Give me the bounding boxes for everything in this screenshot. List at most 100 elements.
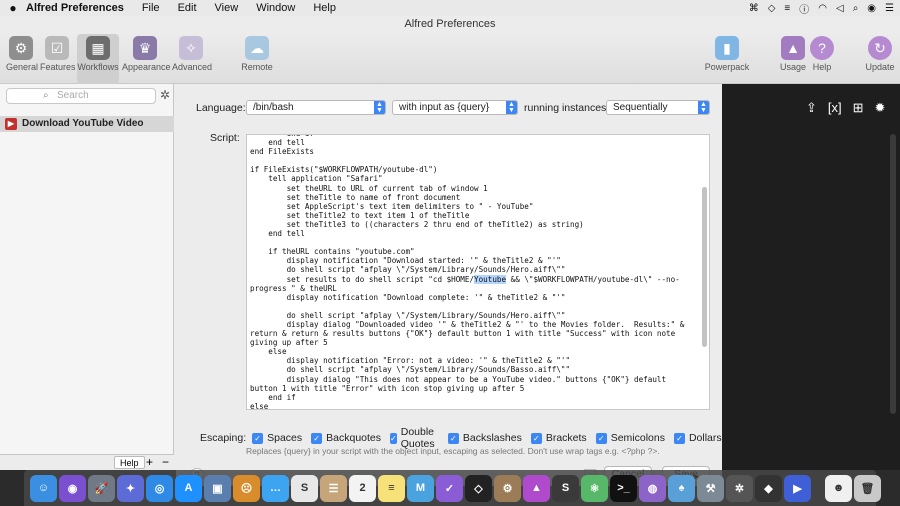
menu-view[interactable]: View — [215, 2, 239, 14]
toolbar-label: General — [6, 62, 39, 72]
hat-icon[interactable]: ◆ — [755, 474, 782, 502]
volume-icon[interactable]: ◁ — [836, 3, 844, 14]
markdown-icon[interactable]: M — [407, 474, 434, 502]
toolbar-label: Features — [40, 62, 76, 72]
menu-file[interactable]: File — [142, 2, 160, 14]
tor-icon[interactable]: ◍ — [639, 474, 666, 502]
escape-semicolons-checkbox[interactable]: ✓ Semicolons — [595, 432, 665, 444]
check-icon: ✓ — [390, 432, 397, 444]
toolbar-advanced[interactable]: ✧ Advanced — [172, 34, 212, 84]
toolbar-label: Usage — [779, 62, 806, 72]
workflow-canvas[interactable]: ⇪ [x] ⊞ ✹ — [722, 84, 900, 470]
escape-spaces-checkbox[interactable]: ✓ Spaces — [252, 432, 302, 444]
wheel-icon[interactable]: ✲ — [726, 474, 753, 502]
language-select[interactable]: /bin/bash ▲ ▼ — [246, 100, 386, 115]
workflow-sidebar: ⌕ Search ✲ ▶ Download YouTube Video Help… — [0, 84, 174, 470]
advanced-icon: ✧ — [179, 36, 203, 60]
notes-icon[interactable]: ≡ — [378, 474, 405, 502]
atom-icon[interactable]: ⚛ — [581, 474, 608, 502]
alfred-status-icon[interactable]: ⌘ — [749, 3, 759, 14]
tools-icon[interactable]: ⚒ — [697, 474, 724, 502]
add-object-icon[interactable]: ⊞ — [853, 100, 864, 116]
terminal-icon[interactable]: >_ — [610, 474, 637, 502]
toolbar-general[interactable]: ⚙ General — [6, 34, 39, 84]
toolbar-help[interactable]: ? Help — [810, 34, 834, 84]
elephant-icon[interactable]: ♠ — [668, 474, 695, 502]
chevron-updown-icon: ▲ ▼ — [506, 101, 517, 114]
search-menu-icon[interactable]: ⌕ — [853, 3, 859, 14]
toolbar-powerpack[interactable]: ▮ Powerpack — [704, 34, 750, 84]
menu-edit[interactable]: Edit — [178, 2, 197, 14]
finder-icon[interactable]: ☺ — [30, 474, 57, 502]
checkbox-label: Spaces — [267, 432, 303, 444]
avatar-icon[interactable]: ☻ — [825, 474, 852, 502]
screenflow-icon[interactable]: ▶ — [784, 474, 811, 502]
sublime-icon[interactable]: S — [552, 474, 579, 502]
chevron-updown-icon: ▲ ▼ — [374, 101, 385, 114]
omnifocus-icon[interactable]: ✓ — [436, 474, 463, 502]
escape-backquotes-checkbox[interactable]: ✓ Backquotes — [311, 432, 381, 444]
escape-brackets-checkbox[interactable]: ✓ Brackets — [530, 432, 587, 444]
input-mode-select[interactable]: with input as {query} ▲ ▼ — [392, 100, 518, 115]
menu-app-name[interactable]: Alfred Preferences — [26, 2, 124, 14]
prism-icon[interactable]: ▲ — [523, 474, 550, 502]
escape-backslashes-checkbox[interactable]: ✓ Backslashes — [447, 432, 522, 444]
contacts-icon[interactable]: ☰ — [320, 474, 347, 502]
toolbar-appearance[interactable]: ♛ Appearance — [122, 34, 171, 84]
user-avatar-icon[interactable]: ◉ — [867, 3, 876, 14]
menu-list-icon[interactable]: ≡ — [784, 3, 790, 14]
canvas-scrollbar[interactable] — [890, 134, 896, 414]
tuxedo-icon: ♛ — [133, 36, 157, 60]
toolbar-workflows[interactable]: ▦ Workflows — [77, 34, 119, 84]
apple-icon[interactable]: ● — [0, 1, 26, 15]
search-input[interactable]: ⌕ Search — [6, 88, 156, 104]
app-store-icon[interactable]: A — [175, 474, 202, 502]
gear-icon[interactable]: ✲ — [160, 88, 170, 102]
add-workflow-button[interactable]: + — [146, 455, 153, 469]
messages-icon[interactable]: … — [262, 474, 289, 502]
search-placeholder: Search — [57, 90, 89, 101]
s-app-icon[interactable]: S — [291, 474, 318, 502]
trash-icon[interactable]: 🗑 — [854, 474, 881, 502]
selected-text: Youtube — [474, 274, 507, 284]
checkbox-label: Backquotes — [326, 432, 382, 444]
help-button[interactable]: Help — [114, 456, 145, 469]
youtube-icon: ▶ — [5, 118, 17, 130]
editor-scrollbar[interactable] — [702, 187, 707, 347]
language-label: Language: — [196, 102, 246, 114]
launchpad-icon[interactable]: 🚀 — [88, 474, 115, 502]
debug-icon[interactable]: ✹ — [875, 100, 886, 116]
scream-icon[interactable]: ☹ — [233, 474, 260, 502]
toolbar-update[interactable]: ↻ Update — [864, 34, 896, 84]
workflow-list-item[interactable]: ▶ Download YouTube Video — [0, 116, 174, 132]
safari-icon[interactable]: ◎ — [146, 474, 173, 502]
alfred-icon[interactable]: ◇ — [465, 474, 492, 502]
info-icon[interactable]: ⓘ — [799, 1, 809, 16]
escape-dollars-checkbox[interactable]: ✓ Dollars — [673, 432, 722, 444]
check-icon: ✓ — [311, 432, 323, 444]
git-icon[interactable]: ⚙ — [494, 474, 521, 502]
canvas-toolbar: ⇪ [x] ⊞ ✹ — [806, 100, 885, 116]
toolbar-label: Powerpack — [704, 62, 750, 72]
photo-app-icon[interactable]: ✦ — [117, 474, 144, 502]
check-icon: ✓ — [530, 432, 542, 444]
share-icon[interactable]: ⇪ — [806, 100, 817, 116]
variables-icon[interactable]: [x] — [828, 100, 842, 116]
running-instances-select[interactable]: Sequentially ▲ ▼ — [606, 100, 710, 115]
wifi-icon[interactable]: ◠ — [818, 3, 827, 14]
menu-help[interactable]: Help — [313, 2, 336, 14]
dropbox-icon[interactable]: ◇ — [768, 3, 776, 14]
toolbar-features[interactable]: ☑ Features — [40, 34, 76, 84]
script-text[interactable]: end if end tell end FileExists if FileEx… — [250, 135, 684, 409]
script-editor[interactable]: end if end tell end FileExists if FileEx… — [246, 134, 710, 410]
check-icon: ✓ — [252, 432, 264, 444]
toolbar-usage[interactable]: ▲ Usage — [778, 34, 808, 84]
notification-center-icon[interactable]: ☰ — [885, 3, 894, 14]
menu-window[interactable]: Window — [256, 2, 295, 14]
calendar-icon[interactable]: 2 — [349, 474, 376, 502]
preview-icon[interactable]: ▣ — [204, 474, 231, 502]
toolbar-remote[interactable]: ☁ Remote — [240, 34, 274, 84]
siri-icon[interactable]: ◉ — [59, 474, 86, 502]
powerpack-icon: ▮ — [715, 36, 739, 60]
remove-workflow-button[interactable]: − — [162, 455, 169, 469]
